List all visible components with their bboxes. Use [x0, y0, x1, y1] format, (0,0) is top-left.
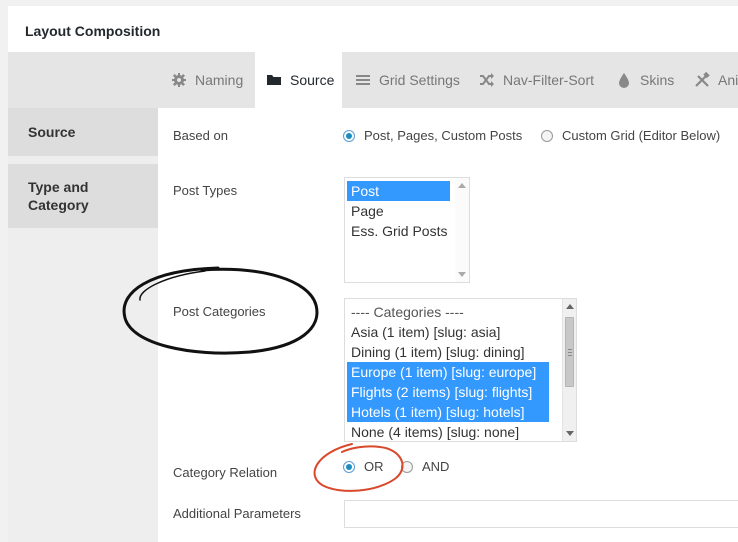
category-relation-option-label: AND — [422, 459, 450, 474]
category-relation-label: Category Relation — [173, 465, 278, 480]
sidebar-item-source[interactable]: Source — [8, 108, 158, 156]
based-on-option-label: Custom Grid (Editor Below) — [562, 128, 721, 143]
panel-title: Layout Composition — [25, 23, 161, 39]
post-categories-scrollbar[interactable] — [562, 299, 576, 441]
post-categories-listbox[interactable]: ---- Categories ---- Asia (1 item) [slug… — [344, 298, 577, 442]
list-option[interactable]: Page — [347, 201, 469, 221]
list-option[interactable]: Asia (1 item) [slug: asia] — [347, 322, 576, 342]
gear-icon — [171, 72, 187, 88]
based-on-radio-custom-grid[interactable] — [541, 130, 553, 142]
category-relation-radio-and[interactable] — [401, 461, 413, 473]
sidebar: Source Type and Category — [8, 108, 158, 542]
tab-nav-filter-sort[interactable]: Nav-Filter-Sort — [479, 52, 594, 108]
tab-label: Ani — [718, 72, 738, 88]
based-on-radio-posts[interactable] — [343, 130, 355, 142]
list-option[interactable]: Hotels (1 item) [slug: hotels] — [347, 402, 549, 422]
list-option[interactable]: Europe (1 item) [slug: europe] — [347, 362, 549, 382]
post-types-scrollbar[interactable] — [455, 178, 469, 282]
tab-label: Source — [290, 72, 335, 88]
post-categories-label: Post Categories — [173, 304, 266, 319]
list-icon — [355, 72, 371, 88]
additional-parameters-label: Additional Parameters — [173, 506, 301, 521]
list-option[interactable]: Ess. Grid Posts — [347, 221, 469, 241]
tab-naming[interactable]: Naming — [171, 52, 243, 108]
category-relation-radio-or[interactable] — [343, 461, 355, 473]
additional-parameters-input[interactable] — [344, 500, 738, 528]
tab-grid-settings[interactable]: Grid Settings — [355, 52, 460, 108]
tab-skins[interactable]: Skins — [616, 52, 674, 108]
post-types-listbox[interactable]: Post Page Ess. Grid Posts — [344, 177, 470, 283]
category-relation-option-label: OR — [364, 459, 384, 474]
tab-animations[interactable]: Ani — [694, 52, 738, 108]
post-types-label: Post Types — [173, 183, 238, 198]
shuffle-icon — [479, 72, 495, 88]
list-option[interactable]: Flights (2 items) [slug: flights] — [347, 382, 549, 402]
tab-source[interactable]: Source — [255, 52, 342, 108]
drop-icon — [616, 72, 632, 88]
tools-icon — [694, 71, 710, 88]
tab-label: Skins — [640, 72, 675, 88]
tab-label: Nav-Filter-Sort — [503, 72, 595, 88]
tab-label: Naming — [195, 72, 244, 88]
scrollbar-thumb[interactable] — [565, 317, 574, 387]
tab-label: Grid Settings — [379, 72, 460, 88]
tab-bar: Naming Source Grid Settings Nav-Filter-S… — [8, 52, 738, 108]
sidebar-item-type-and-category[interactable]: Type and Category — [8, 164, 158, 228]
based-on-label: Based on — [173, 128, 228, 143]
list-option[interactable]: Post — [347, 181, 450, 201]
list-option[interactable]: ---- Categories ---- — [347, 302, 576, 322]
list-option[interactable]: Dining (1 item) [slug: dining] — [347, 342, 576, 362]
folder-icon — [266, 72, 282, 88]
based-on-option-label: Post, Pages, Custom Posts — [364, 128, 523, 143]
list-option[interactable]: None (4 items) [slug: none] — [347, 422, 576, 441]
layout-composition-panel: Layout Composition Naming Source Grid Se… — [8, 6, 738, 542]
